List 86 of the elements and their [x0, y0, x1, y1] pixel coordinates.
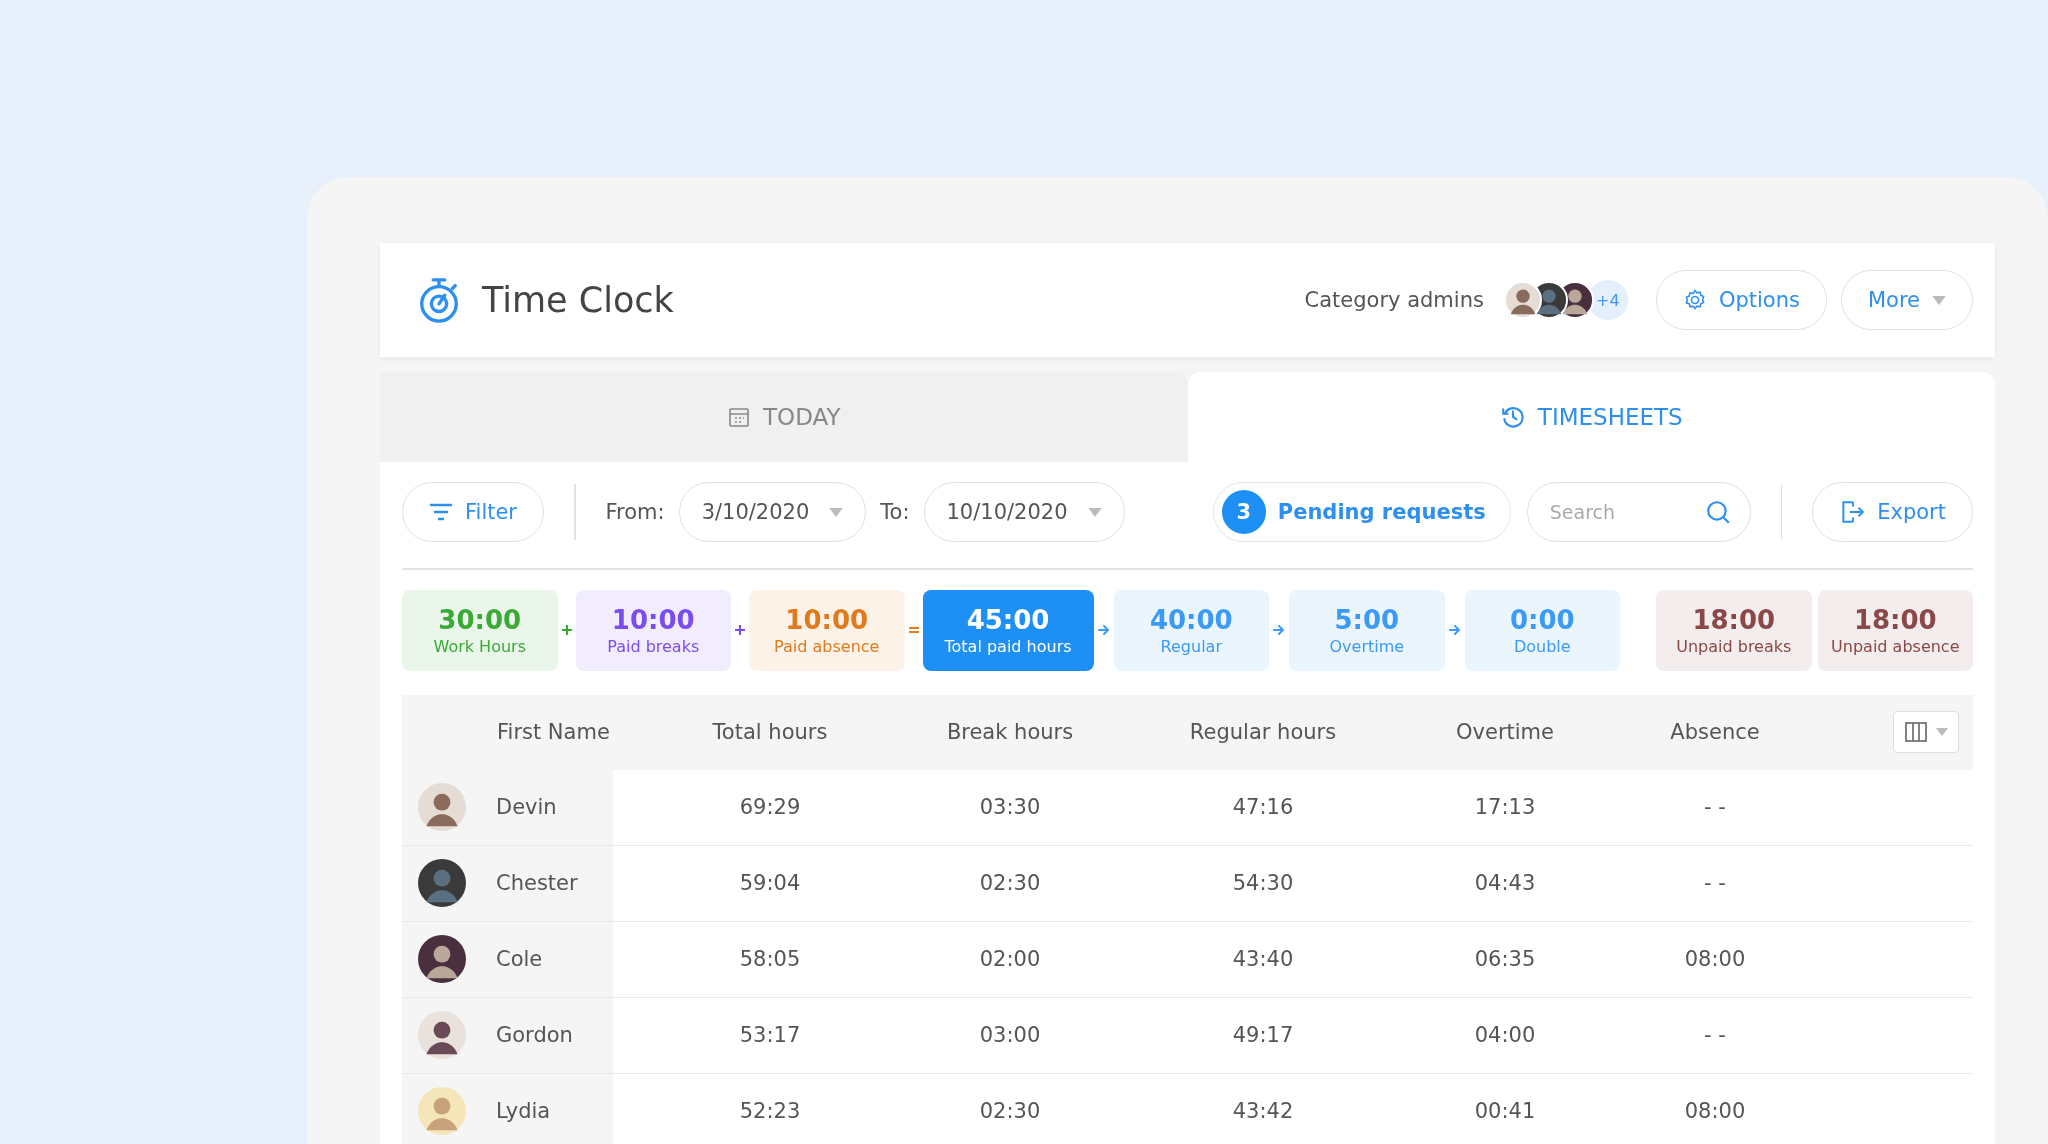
search-icon [1704, 499, 1731, 525]
export-icon [1839, 499, 1866, 525]
employee-name: Chester [496, 871, 578, 895]
to-date-dropdown[interactable]: 10/10/2020 [923, 482, 1125, 542]
employee-name: Cole [496, 947, 543, 971]
caret-icon [1087, 507, 1102, 517]
app-title: Time Clock [482, 280, 674, 320]
stat-value: 40:00 [1149, 604, 1233, 635]
admins-label: Category admins [1304, 288, 1484, 312]
employee-name: Gordon [496, 1023, 573, 1047]
clock-icon [1499, 404, 1526, 430]
avatar [418, 783, 466, 831]
table-cell-text: - - [1703, 1023, 1727, 1047]
stat-label: Regular [1160, 636, 1222, 656]
table-cell-text: 69:29 [738, 795, 802, 819]
table-cell-text: 52:23 [738, 1099, 802, 1123]
stat-value: 0:00 [1509, 604, 1575, 635]
avatar [418, 859, 466, 907]
table-cell-text: 17:13 [1473, 795, 1537, 819]
column-header[interactable]: Break hours [927, 720, 1093, 744]
table-cell-text: 02:30 [978, 871, 1042, 895]
arrow-icon [1273, 624, 1286, 636]
table-cell-text: 49:17 [1231, 1023, 1295, 1047]
table-cell-text: 02:00 [978, 947, 1042, 971]
table-cell-text: - - [1703, 795, 1727, 819]
search-field[interactable]: Search [1526, 482, 1751, 542]
count-badge: 3 [1221, 490, 1266, 534]
plus-icon [735, 625, 745, 635]
table-cell-text: 43:40 [1231, 947, 1295, 971]
stat-label: Paid breaks [607, 636, 700, 656]
columns-icon [1904, 720, 1928, 744]
table-cell-text: 54:30 [1231, 871, 1295, 895]
avatar [418, 1087, 466, 1135]
stat-label: Unpaid breaks [1676, 636, 1792, 656]
column-header[interactable]: First Name [402, 720, 613, 744]
column-header[interactable]: Overtime [1433, 720, 1577, 744]
table-cell-text: 04:43 [1473, 871, 1537, 895]
table-cell-text: 06:35 [1473, 947, 1537, 971]
table-cell-text: 58:05 [738, 947, 802, 971]
calendar-icon [727, 405, 751, 429]
table-cell-text: 02:30 [978, 1099, 1042, 1123]
equals-icon [908, 625, 919, 635]
stat-value: 18:00 [1853, 604, 1937, 635]
table-cell-text: 03:30 [978, 795, 1042, 819]
table-cell-text: 53:17 [738, 1023, 802, 1047]
employee-name: Devin [496, 795, 557, 819]
caret-icon [829, 507, 844, 517]
column-header[interactable]: Total hours [613, 720, 927, 744]
avatar [418, 935, 466, 983]
stat-value: 10:00 [611, 604, 695, 635]
table-cell-text: 43:42 [1231, 1099, 1295, 1123]
table-cell-text: - - [1703, 871, 1727, 895]
from-date-dropdown[interactable]: 3/10/2020 [678, 482, 867, 542]
table-cell-text: 00:41 [1473, 1099, 1537, 1123]
column-picker-button[interactable] [1893, 711, 1959, 753]
stat-value: 10:00 [785, 604, 869, 635]
table-cell-text: 47:16 [1231, 795, 1295, 819]
stat-value: 30:00 [438, 604, 522, 635]
table-cell-text: 59:04 [738, 871, 802, 895]
table-cell-text: 08:00 [1683, 1099, 1747, 1123]
avatar [418, 1011, 466, 1059]
stat-label: Overtime [1329, 636, 1405, 656]
stat-label: Total paid hours [944, 636, 1072, 656]
filter-icon [429, 502, 453, 522]
from-label: From: [605, 500, 665, 524]
table-cell-text: 08:00 [1683, 947, 1747, 971]
caret-icon [1936, 728, 1948, 736]
caret-icon [1932, 295, 1946, 305]
stat-label: Paid absence [774, 636, 880, 656]
stat-value: 45:00 [966, 604, 1050, 635]
column-header[interactable]: Absence [1577, 720, 1853, 744]
arrow-icon [1448, 624, 1461, 636]
arrow-icon [1097, 624, 1110, 636]
table-cell-text: 04:00 [1473, 1023, 1537, 1047]
settings-icon [1682, 288, 1707, 312]
avatar [1503, 281, 1542, 319]
employee-name: Lydia [496, 1099, 551, 1123]
table-cell-text: 03:00 [978, 1023, 1042, 1047]
plus-icon [561, 625, 572, 635]
stat-label: Unpaid absence [1831, 636, 1960, 656]
stat-value: 18:00 [1692, 604, 1776, 635]
stat-label: Work Hours [433, 636, 526, 656]
to-label: To: [880, 500, 910, 524]
column-header[interactable]: Regular hours [1093, 720, 1433, 744]
stat-value: 5:00 [1334, 604, 1400, 635]
stat-label: Double [1513, 636, 1571, 656]
